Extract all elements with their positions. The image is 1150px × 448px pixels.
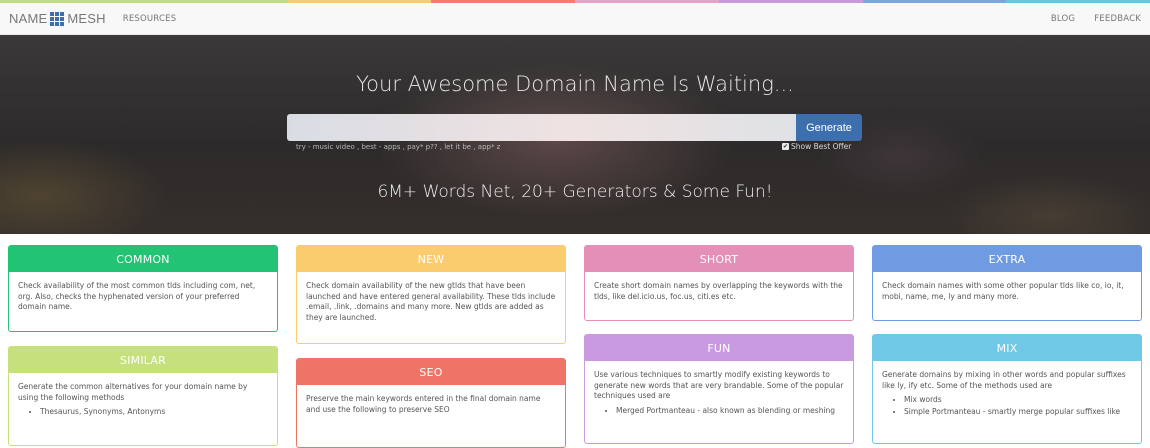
- list-item: Mix words: [904, 395, 1132, 406]
- card-seo[interactable]: SEO Preserve the main keywords entered i…: [296, 358, 566, 448]
- card-similar-body: Generate the common alternatives for you…: [9, 373, 277, 427]
- card-mix-description: Generate domains by mixing in other word…: [882, 370, 1126, 390]
- card-common-title: COMMON: [9, 246, 277, 272]
- generator-cards: COMMON Check availability of the most co…: [0, 245, 1150, 448]
- nav-resources-link[interactable]: RESOURCES: [123, 14, 177, 24]
- list-item: Thesaurus, Synonyms, Antonyms: [40, 407, 268, 418]
- card-mix-title: MIX: [873, 335, 1141, 361]
- nav-right-group: BLOG FEEDBACK: [1051, 14, 1141, 24]
- grid-icon: [50, 11, 65, 26]
- brand-name-right: MESH: [67, 11, 106, 26]
- brand-name-left: NAME: [9, 11, 48, 26]
- hero-title: Your Awesome Domain Name Is Waiting...: [356, 72, 794, 96]
- list-item: Simple Portmanteau - smartly merge popul…: [904, 407, 1132, 418]
- generate-button[interactable]: Generate: [796, 114, 862, 141]
- search-bar: Generate: [287, 114, 862, 141]
- card-fun-list: Merged Portmanteau - also known as blend…: [616, 406, 844, 417]
- card-similar-description: Generate the common alternatives for you…: [18, 382, 248, 402]
- card-mix-body: Generate domains by mixing in other word…: [873, 361, 1141, 426]
- card-mix[interactable]: MIX Generate domains by mixing in other …: [872, 334, 1142, 444]
- list-item: Merged Portmanteau - also known as blend…: [616, 406, 844, 417]
- card-fun-description: Use various techniques to smartly modify…: [594, 370, 844, 400]
- card-similar-list: Thesaurus, Synonyms, Antonyms: [40, 407, 268, 418]
- card-fun[interactable]: FUN Use various techniques to smartly mo…: [584, 334, 854, 444]
- card-mix-list: Mix words Simple Portmanteau - smartly m…: [904, 395, 1132, 417]
- card-fun-body: Use various techniques to smartly modify…: [585, 361, 853, 425]
- card-similar[interactable]: SIMILAR Generate the common alternatives…: [8, 346, 278, 446]
- nav-feedback-link[interactable]: FEEDBACK: [1094, 14, 1141, 24]
- nav-blog-link[interactable]: BLOG: [1051, 14, 1075, 24]
- card-extra[interactable]: EXTRA Check domain names with some other…: [872, 245, 1142, 321]
- card-similar-title: SIMILAR: [9, 347, 277, 373]
- card-seo-title: SEO: [297, 359, 565, 385]
- card-fun-title: FUN: [585, 335, 853, 361]
- search-examples-hint: try - music video , best - apps , pay* p…: [296, 143, 501, 151]
- card-new[interactable]: NEW Check domain availability of the new…: [296, 245, 566, 344]
- card-seo-description: Preserve the main keywords entered in th…: [306, 394, 541, 414]
- card-short-description: Create short domain names by overlapping…: [594, 281, 843, 301]
- card-new-description: Check domain availability of the new gtl…: [306, 281, 556, 322]
- show-best-offer-checkbox[interactable]: ✔ Show Best Offer: [782, 142, 851, 151]
- card-short-title: SHORT: [585, 246, 853, 272]
- card-new-title: NEW: [297, 246, 565, 272]
- card-extra-title: EXTRA: [873, 246, 1141, 272]
- card-short[interactable]: SHORT Create short domain names by overl…: [584, 245, 854, 321]
- checkbox-checked-icon: ✔: [782, 142, 789, 150]
- card-common-description: Check availability of the most common tl…: [18, 281, 256, 311]
- show-best-offer-label: Show Best Offer: [791, 142, 852, 151]
- card-common[interactable]: COMMON Check availability of the most co…: [8, 245, 278, 332]
- brand-logo[interactable]: NAME MESH: [9, 11, 106, 26]
- hero-subtitle: 6M+ Words Net, 20+ Generators & Some Fun…: [377, 182, 773, 202]
- card-extra-description: Check domain names with some other popul…: [882, 281, 1124, 301]
- domain-search-input[interactable]: [287, 114, 796, 141]
- hero-banner: Your Awesome Domain Name Is Waiting... G…: [0, 35, 1150, 234]
- top-navbar: NAME MESH RESOURCES BLOG FEEDBACK: [0, 3, 1150, 35]
